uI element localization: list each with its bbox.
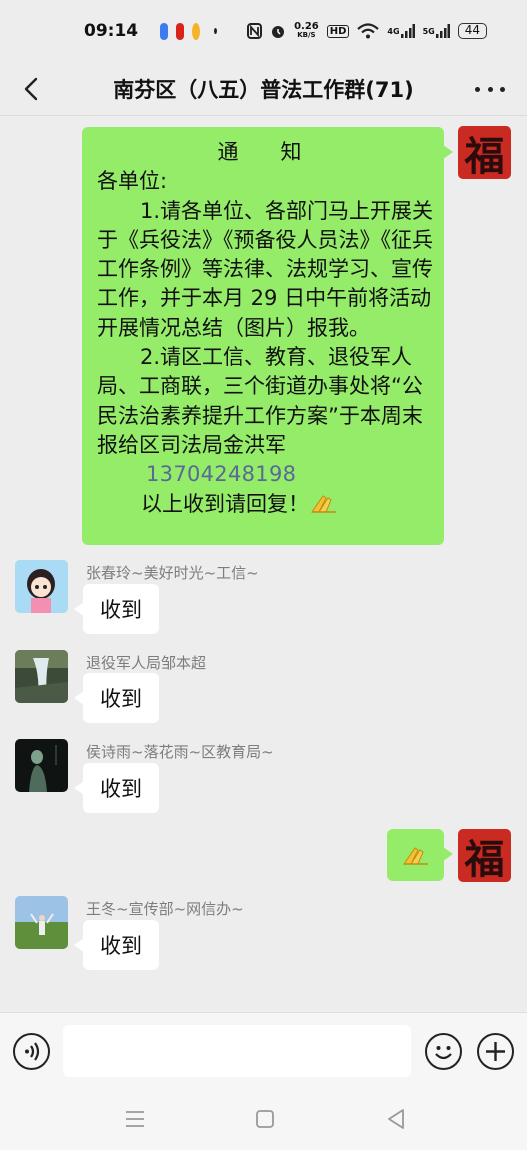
waterfall-photo-avatar bbox=[15, 650, 68, 703]
message-text: 收到 bbox=[100, 598, 142, 622]
status-bar: 09:14 0.26 KB/S HD 4G 5G 44 bbox=[0, 0, 527, 62]
chat-input-bar bbox=[0, 1012, 527, 1090]
pray-hands-icon bbox=[311, 494, 336, 513]
cartoon-girl-avatar bbox=[15, 560, 68, 613]
app-notification-icon bbox=[160, 22, 169, 40]
notice-item-1: 1.请各单位、各部门马上开展关于《兵役法》《预备役人员法》《征兵工作条例》等法律… bbox=[97, 198, 434, 340]
pray-hands-icon bbox=[402, 847, 428, 865]
sender-name: 侯诗雨~落花雨~区教育局~ bbox=[86, 743, 274, 761]
battery-indicator: 44 bbox=[457, 23, 487, 39]
message-bubble[interactable]: 收到 bbox=[74, 920, 159, 970]
avatar-wang[interactable] bbox=[15, 896, 68, 949]
fu-avatar-text: 福 bbox=[464, 835, 505, 883]
wifi-icon bbox=[357, 23, 380, 39]
field-photo-avatar bbox=[15, 896, 68, 949]
message-text: 收到 bbox=[100, 777, 142, 801]
dot-icon bbox=[487, 86, 493, 92]
nfc-icon bbox=[247, 23, 263, 39]
system-navigation-bar bbox=[0, 1090, 527, 1150]
emoji-button[interactable] bbox=[425, 1033, 462, 1070]
dark-figure-avatar bbox=[15, 739, 68, 792]
fu-avatar-text: 福 bbox=[464, 132, 505, 180]
more-options-button[interactable] bbox=[475, 74, 505, 104]
message-bubble[interactable]: 收到 bbox=[74, 763, 159, 813]
avatar-zou[interactable] bbox=[15, 650, 68, 703]
network-speed: 0.26 KB/S bbox=[294, 21, 319, 40]
home-icon[interactable] bbox=[252, 1106, 278, 1132]
signal-5g-icon: 5G bbox=[423, 24, 450, 38]
smile-icon bbox=[435, 1046, 452, 1060]
sender-name: 退役军人局邹本超 bbox=[86, 654, 207, 672]
signal-4g-icon: 4G bbox=[387, 24, 415, 38]
dot-icon bbox=[500, 86, 505, 92]
voice-input-button[interactable] bbox=[13, 1033, 50, 1070]
notice-confirm: 以上收到请回复！ bbox=[97, 490, 434, 519]
avatar-hou[interactable] bbox=[15, 739, 68, 792]
sender-name: 王冬~宣传部~网信办~ bbox=[86, 900, 244, 918]
self-avatar[interactable]: 福 bbox=[458, 829, 511, 882]
self-avatar[interactable]: 福 bbox=[458, 126, 511, 179]
message-bubble[interactable]: 收到 bbox=[74, 673, 159, 723]
avatar-zhang[interactable] bbox=[15, 560, 68, 613]
chat-title: 南芬区（八五）普法工作群(71) bbox=[113, 77, 414, 102]
dot-icon bbox=[475, 86, 480, 92]
chevron-left-icon bbox=[24, 77, 38, 101]
voice-icon bbox=[25, 1042, 40, 1061]
more-notifications-icon bbox=[214, 28, 218, 34]
notice-item-2: 2.请区工信、教育、退役军人局、工商联，三个街道办事处将“公民法治素养提升工作方… bbox=[97, 345, 423, 457]
plus-icon bbox=[486, 1042, 505, 1061]
sender-name: 张春玲~美好时光~工信~ bbox=[86, 564, 259, 582]
notice-bubble[interactable]: 通知 各单位: 1.请各单位、各部门马上开展关于《兵役法》《预备役人员法》《征兵… bbox=[82, 127, 453, 545]
chat-header: 南芬区（八五）普法工作群(71) bbox=[0, 62, 527, 116]
hd-icon: HD bbox=[326, 24, 350, 38]
phone-link[interactable]: 13704248198 bbox=[97, 460, 434, 489]
app-notification-icon bbox=[176, 22, 185, 40]
back-button[interactable] bbox=[18, 73, 48, 105]
message-input[interactable] bbox=[63, 1025, 411, 1077]
weibo-icon bbox=[192, 22, 201, 40]
message-text: 收到 bbox=[100, 934, 142, 958]
notice-greeting: 各单位: bbox=[97, 169, 168, 194]
self-reply-bubble[interactable] bbox=[387, 829, 453, 881]
status-time: 09:14 bbox=[84, 21, 139, 41]
more-functions-button[interactable] bbox=[477, 1033, 514, 1070]
menu-icon[interactable] bbox=[122, 1106, 148, 1132]
message-text: 收到 bbox=[100, 687, 142, 711]
alarm-icon bbox=[270, 23, 286, 39]
back-nav-icon[interactable] bbox=[383, 1106, 409, 1132]
notice-title: 通知 bbox=[217, 140, 344, 164]
message-bubble[interactable]: 收到 bbox=[74, 584, 159, 634]
